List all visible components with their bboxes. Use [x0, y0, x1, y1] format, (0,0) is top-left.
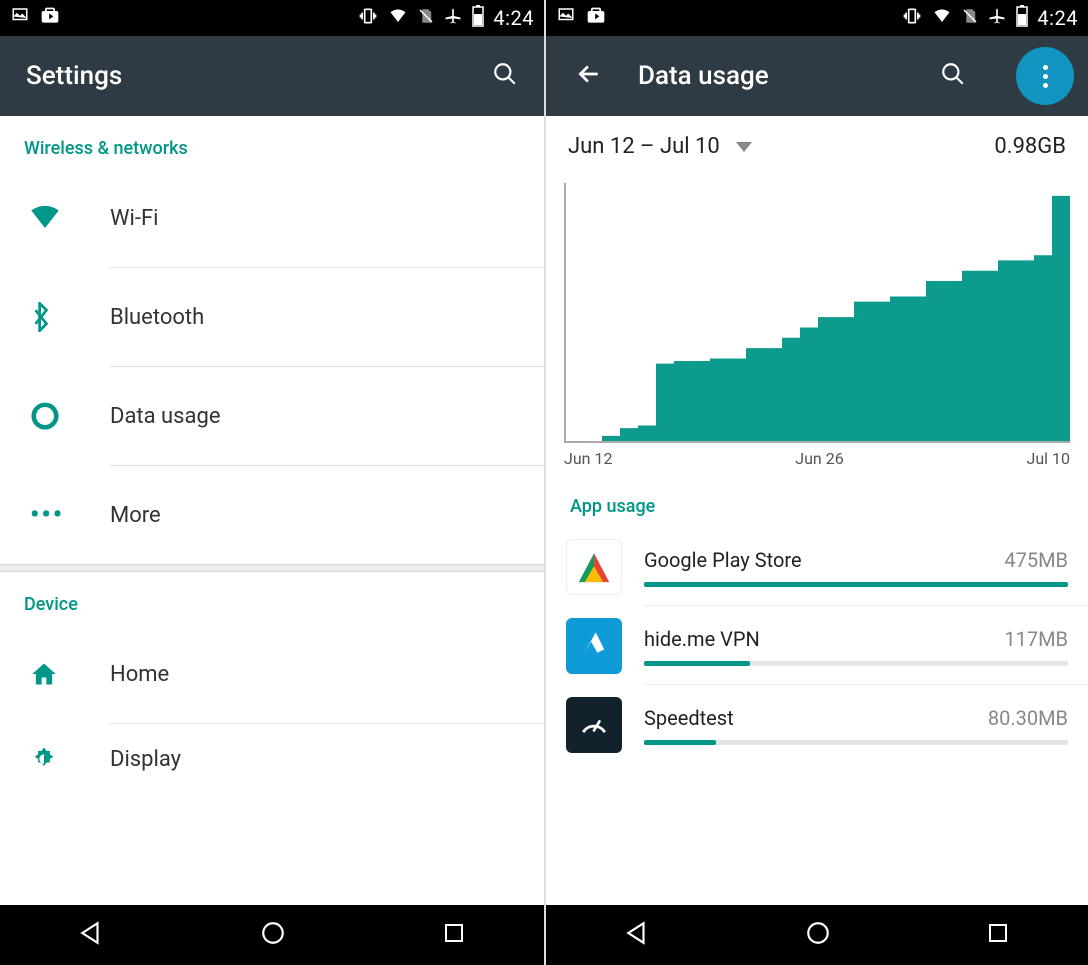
- app-usage-row[interactable]: Speedtest 80.30MB: [546, 685, 1088, 763]
- date-range-label: Jun 12 – Jul 10: [568, 134, 720, 159]
- x-tick: Jun 26: [795, 449, 843, 468]
- vibrate-icon: [357, 6, 379, 31]
- usage-chart: Jun 12 Jun 26 Jul 10: [564, 183, 1070, 468]
- app-usage-row[interactable]: Google Play Store 475MB: [546, 527, 1088, 605]
- app-usage-bar: [644, 661, 1068, 666]
- hideme-vpn-icon: [566, 618, 622, 674]
- no-sim-icon: [961, 6, 979, 31]
- app-usage-header: App usage: [546, 468, 1088, 527]
- nav-back-button[interactable]: [594, 910, 680, 960]
- nav-recents-button[interactable]: [956, 911, 1040, 959]
- app-name: hide.me VPN: [644, 627, 760, 651]
- chevron-down-icon: [736, 137, 752, 156]
- nav-recents-button[interactable]: [412, 911, 496, 959]
- section-device-header: Device: [0, 572, 544, 625]
- settings-item-display[interactable]: Display: [0, 724, 544, 794]
- image-icon: [10, 6, 30, 31]
- nav-home-button[interactable]: [775, 910, 861, 960]
- brightness-icon: [30, 745, 110, 773]
- data-usage-icon: [30, 401, 110, 431]
- app-usage-bar: [644, 740, 1068, 745]
- page-title: Data usage: [638, 61, 769, 91]
- app-value: 117MB: [1004, 627, 1068, 651]
- app-name: Speedtest: [644, 706, 734, 730]
- settings-item-label: Bluetooth: [110, 305, 204, 330]
- date-range-selector[interactable]: Jun 12 – Jul 10 0.98GB: [546, 116, 1088, 177]
- app-value: 80.30MB: [988, 706, 1068, 730]
- app-name: Google Play Store: [644, 548, 802, 572]
- app-usage-bar: [644, 582, 1068, 587]
- no-sim-icon: [417, 6, 435, 31]
- settings-screen: 4:24 Settings Wireless & networks Wi-Fi …: [0, 0, 544, 965]
- page-title: Settings: [26, 61, 122, 91]
- speedtest-icon: [566, 697, 622, 753]
- x-tick: Jun 12: [564, 449, 612, 468]
- app-bar-data-usage: Data usage: [546, 36, 1088, 116]
- nav-back-button[interactable]: [48, 910, 134, 960]
- nav-home-button[interactable]: [230, 910, 316, 960]
- more-horizontal-icon: •••: [30, 500, 110, 530]
- bluetooth-icon: [30, 302, 110, 332]
- settings-item-label: More: [110, 503, 161, 528]
- navigation-bar: [0, 905, 544, 965]
- app-bar-settings: Settings: [0, 36, 544, 116]
- wifi-status-icon: [387, 7, 409, 30]
- search-button[interactable]: [928, 49, 978, 103]
- settings-item-bluetooth[interactable]: Bluetooth: [0, 268, 544, 366]
- overflow-menu-button[interactable]: [1016, 47, 1074, 105]
- search-button[interactable]: [480, 49, 530, 103]
- wifi-status-icon: [931, 7, 953, 30]
- app-value: 475MB: [1004, 548, 1068, 572]
- settings-item-label: Data usage: [110, 404, 221, 429]
- home-icon: [30, 661, 110, 687]
- image-icon: [556, 6, 576, 31]
- navigation-bar: [546, 905, 1088, 965]
- play-store-status-icon: [586, 6, 606, 31]
- airplane-icon: [443, 6, 463, 31]
- app-usage-row[interactable]: hide.me VPN 117MB: [546, 606, 1088, 684]
- battery-icon: [1015, 5, 1029, 32]
- status-bar: 4:24: [546, 0, 1088, 36]
- back-button[interactable]: [572, 57, 606, 95]
- settings-item-data-usage[interactable]: Data usage: [0, 367, 544, 465]
- settings-item-label: Wi-Fi: [110, 206, 158, 231]
- settings-item-wifi[interactable]: Wi-Fi: [0, 169, 544, 267]
- play-store-icon: [566, 539, 622, 595]
- vibrate-icon: [901, 6, 923, 31]
- section-wireless-header: Wireless & networks: [0, 116, 544, 169]
- battery-icon: [471, 5, 485, 32]
- total-usage: 0.98GB: [994, 134, 1066, 159]
- play-store-status-icon: [40, 6, 60, 31]
- settings-item-label: Home: [110, 662, 169, 687]
- settings-item-more[interactable]: ••• More: [0, 466, 544, 564]
- settings-item-label: Display: [110, 747, 181, 772]
- status-time: 4:24: [493, 6, 534, 30]
- section-separator: [0, 564, 544, 572]
- status-bar: 4:24: [0, 0, 544, 36]
- wifi-icon: [30, 205, 110, 231]
- airplane-icon: [987, 6, 1007, 31]
- settings-item-home[interactable]: Home: [0, 625, 544, 723]
- data-usage-screen: 4:24 Data usage Jun 12 – Jul 10 0.98GB: [544, 0, 1088, 965]
- status-time: 4:24: [1037, 6, 1078, 30]
- x-tick: Jul 10: [1027, 449, 1071, 468]
